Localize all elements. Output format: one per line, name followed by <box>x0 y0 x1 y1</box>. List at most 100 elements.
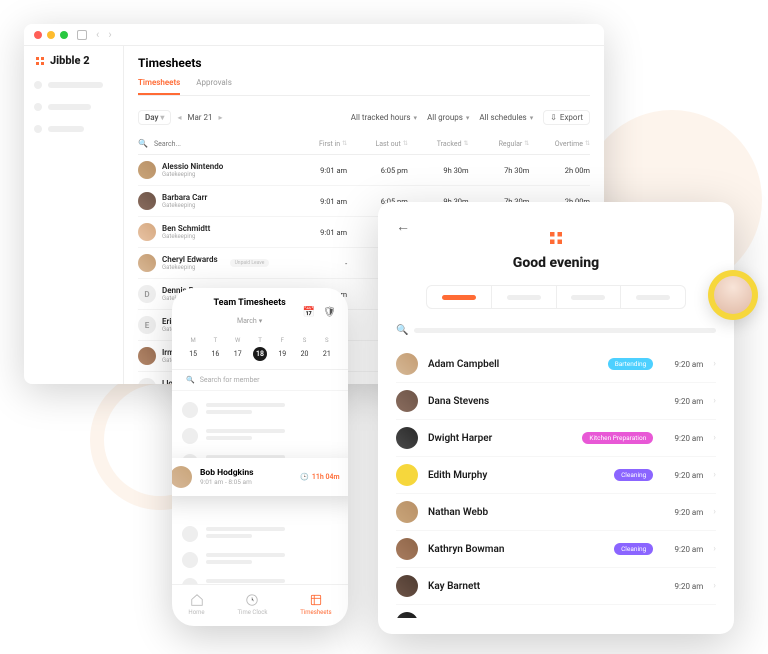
avatar <box>396 353 418 375</box>
avatar <box>138 223 156 241</box>
col-overtime[interactable]: Overtime⇅ <box>529 140 590 148</box>
activity-tag: Cleaning <box>614 469 653 481</box>
member-card[interactable]: Bob Hodgkins 9:01 am - 8:05 am 🕒 11h 04m… <box>172 458 348 496</box>
chevron-right-icon: › <box>713 470 716 480</box>
member-name: Cheryl Edwards <box>162 255 218 264</box>
sidebar-item[interactable] <box>34 125 113 133</box>
date-next-icon[interactable]: ▸ <box>218 113 222 122</box>
tab-timesheets[interactable]: Timesheets <box>138 78 180 95</box>
date-prev-icon[interactable]: ◂ <box>177 113 181 122</box>
day-label: W <box>235 337 240 344</box>
tab-home[interactable]: Home <box>188 593 204 616</box>
sidebar: Jibble 2 <box>24 46 124 384</box>
list-item[interactable]: Edith MurphyCleaning9:20 am› <box>396 457 716 494</box>
filter-groups[interactable]: All groups▾ <box>427 113 469 122</box>
member-name: Nathan Webb <box>428 507 653 518</box>
list-item[interactable]: Dwight HarperKitchen Preparation9:20 am› <box>396 420 716 457</box>
member-name: Barbara Carr <box>162 193 207 202</box>
chevron-right-icon: › <box>713 544 716 554</box>
filter-schedules[interactable]: All schedules▾ <box>479 113 533 122</box>
cell-regular: 7h 30m <box>469 166 530 175</box>
period-selector[interactable]: Day ▾ <box>138 110 171 125</box>
week-day[interactable]: T18 <box>253 337 267 361</box>
member-name: Alessio Nintendo <box>162 162 223 171</box>
week-day[interactable]: M15 <box>186 337 200 361</box>
chevron-right-icon: › <box>713 433 716 443</box>
minimize-icon[interactable] <box>47 31 55 39</box>
mobile-search[interactable]: 🔍 Search for member <box>172 370 348 391</box>
maximize-icon[interactable] <box>60 31 68 39</box>
sidebar-item[interactable] <box>34 103 113 111</box>
day-number: 21 <box>320 347 334 361</box>
chevron-down-icon: ▾ <box>259 317 263 325</box>
activity-tag: Bartending <box>608 358 654 370</box>
member-name: Edith Murphy <box>428 470 604 481</box>
col-first-in[interactable]: First in⇅ <box>286 140 347 148</box>
day-label: S <box>325 337 329 344</box>
cell-overtime: 2h 00m <box>529 166 590 175</box>
member-name: Bob Hodgkins <box>200 468 292 478</box>
list-item[interactable] <box>182 521 338 547</box>
day-number: 16 <box>208 347 222 361</box>
user-avatar-floating[interactable] <box>708 270 758 320</box>
list-item[interactable]: Kay Barnett9:20 am› <box>396 568 716 605</box>
chevron-down-icon: ▾ <box>466 114 470 122</box>
avatar <box>396 390 418 412</box>
list-item[interactable] <box>182 573 338 584</box>
segment-option[interactable] <box>427 286 492 308</box>
calendar-icon[interactable]: 📅 <box>303 307 315 318</box>
segment-option[interactable] <box>557 286 622 308</box>
week-day[interactable]: T 16 <box>208 337 222 361</box>
list-item[interactable]: Nathan Webb9:20 am› <box>396 494 716 531</box>
filter-tracked-hours[interactable]: All tracked hours▾ <box>351 113 417 122</box>
col-last-out[interactable]: Last out⇅ <box>347 140 408 148</box>
list-item[interactable] <box>182 547 338 573</box>
list-item[interactable] <box>182 397 338 423</box>
week-day[interactable]: S20 <box>298 337 312 361</box>
week-day[interactable]: F19 <box>275 337 289 361</box>
brand-logo[interactable]: Jibble 2 <box>34 54 113 67</box>
avatar <box>396 501 418 523</box>
cell-first-in: 9:01 am <box>286 228 347 237</box>
shield-icon[interactable]: 🛡 <box>323 307 336 318</box>
segment-option[interactable] <box>492 286 557 308</box>
list-item[interactable]: Dana Stevens9:20 am› <box>396 383 716 420</box>
clock-icon: 🕒 <box>300 473 309 481</box>
table-header: 🔍 First in⇅ Last out⇅ Tracked⇅ Regular⇅ … <box>138 133 590 155</box>
nav-back-icon[interactable]: ‹ <box>96 28 99 41</box>
member-time: 9:20 am <box>663 434 703 443</box>
cell-last-out: 6:05 pm <box>347 166 408 175</box>
mobile-tabbar: Home Time Clock Timesheets <box>172 584 348 626</box>
list-item[interactable] <box>182 423 338 449</box>
search-input[interactable] <box>154 140 214 148</box>
day-label: M <box>191 337 196 344</box>
table-row[interactable]: Alessio NintendoGatekeeping9:01 am6:05 p… <box>138 155 590 186</box>
list-item[interactable]: Rachel Holland9:20 am› <box>396 605 716 618</box>
list-item[interactable]: Kathryn BowmanCleaning9:20 am› <box>396 531 716 568</box>
segment-option[interactable] <box>621 286 685 308</box>
week-day[interactable]: S 21 <box>320 337 334 361</box>
tab-timesheets[interactable]: Timesheets <box>300 593 331 616</box>
col-regular[interactable]: Regular⇅ <box>469 140 530 148</box>
tablet-panel: ← Good evening 🔍 Adam CampbellBartending… <box>378 202 734 634</box>
member-name: Kay Barnett <box>428 581 653 592</box>
day-label: T <box>214 337 218 344</box>
col-tracked[interactable]: Tracked⇅ <box>408 140 469 148</box>
timesheets-icon <box>309 593 323 607</box>
member-name: Kathryn Bowman <box>428 544 604 555</box>
tab-time-clock[interactable]: Time Clock <box>237 593 267 616</box>
date-label[interactable]: Mar 21 <box>187 113 212 122</box>
close-icon[interactable] <box>34 31 42 39</box>
tab-approvals[interactable]: Approvals <box>196 78 232 95</box>
sidebar-item[interactable] <box>34 81 113 89</box>
week-day[interactable]: W17 <box>231 337 245 361</box>
nav-forward-icon[interactable]: › <box>108 28 111 41</box>
avatar: L <box>138 378 156 384</box>
list-item[interactable]: Adam CampbellBartending9:20 am› <box>396 346 716 383</box>
export-button[interactable]: ⇩Export <box>543 110 590 125</box>
avatar <box>714 276 752 314</box>
month-selector[interactable]: March ▾ <box>237 317 262 325</box>
member-name: Rachel Holland <box>428 618 653 619</box>
chevron-right-icon: › <box>713 581 716 591</box>
tablet-search[interactable]: 🔍 <box>396 325 716 336</box>
